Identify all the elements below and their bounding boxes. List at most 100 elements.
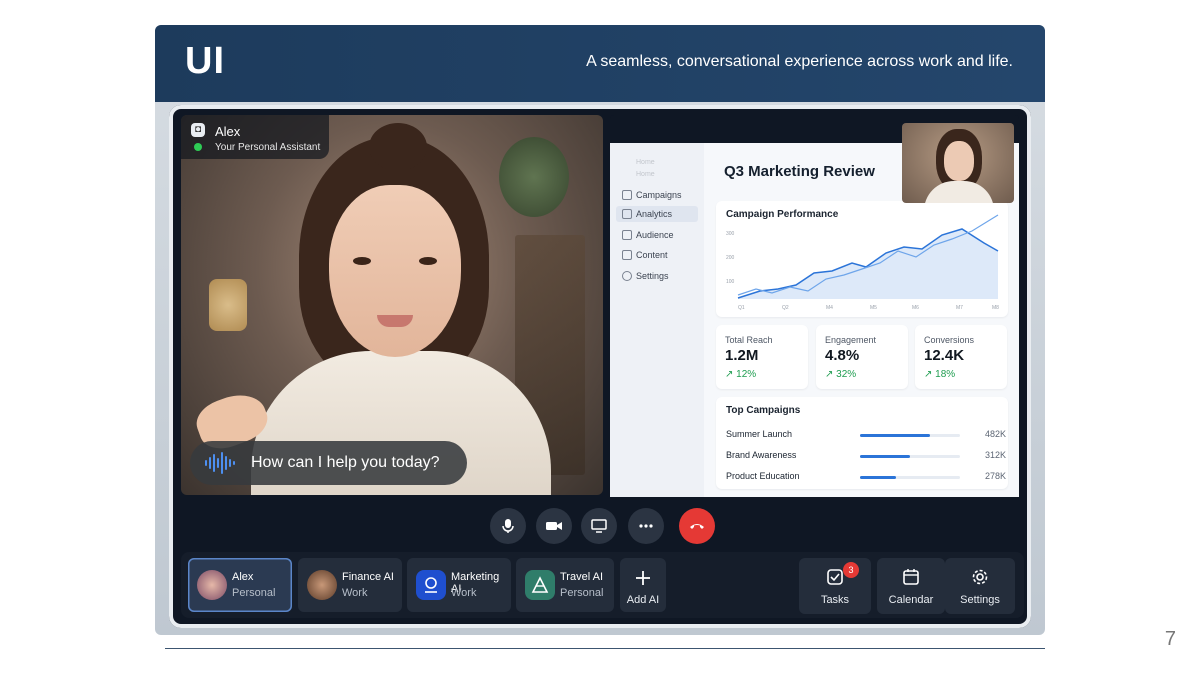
microphone-icon bbox=[502, 519, 514, 533]
assistant-context: Personal bbox=[560, 587, 604, 599]
caller-role: Your Personal Assistant bbox=[215, 142, 321, 153]
self-view-video[interactable] bbox=[902, 123, 1014, 203]
assistant-icon: ◘ bbox=[191, 123, 205, 137]
content-icon bbox=[622, 250, 632, 260]
sidebar-item-audience[interactable]: Audience bbox=[616, 227, 698, 243]
caller-info: ◘ Alex Your Personal Assistant bbox=[181, 115, 329, 159]
screen-share-button[interactable] bbox=[581, 508, 617, 544]
performance-line-chart: 300 200 100 Q1 Q2 M4 M5 M6 M7 M8 bbox=[726, 214, 999, 311]
settings-button[interactable]: Settings bbox=[945, 558, 1015, 614]
x-tick-label: Q1 bbox=[738, 305, 745, 311]
main-video-feed bbox=[181, 115, 603, 495]
campaign-value: 312K bbox=[984, 450, 1006, 460]
background-plant bbox=[499, 137, 569, 217]
kpi-card-total-reach: Total Reach 1.2M ↗ 12% bbox=[716, 325, 808, 389]
page-number: 7 bbox=[1164, 628, 1176, 650]
tasks-icon bbox=[827, 569, 843, 585]
campaign-bar-track bbox=[860, 455, 960, 458]
sidebar-item-settings[interactable]: Settings bbox=[616, 268, 698, 284]
pip-person-sweater bbox=[924, 181, 994, 203]
person-eye-left bbox=[353, 257, 371, 265]
analytics-icon bbox=[622, 209, 632, 219]
calendar-icon bbox=[903, 569, 919, 585]
person-eye-right bbox=[419, 257, 437, 265]
sidebar-item-campaigns[interactable]: Campaigns bbox=[616, 187, 698, 203]
more-icon bbox=[639, 524, 653, 528]
assistant-tab-alex[interactable]: Alex Personal bbox=[188, 558, 292, 612]
online-status-dot bbox=[194, 143, 202, 151]
kpi-label: Total Reach bbox=[725, 335, 773, 345]
end-call-button[interactable] bbox=[679, 508, 715, 544]
pip-person-face bbox=[944, 141, 974, 181]
campaign-bar bbox=[860, 434, 930, 437]
assistant-context: Work bbox=[451, 587, 477, 599]
campaign-bar-track bbox=[860, 476, 960, 479]
x-tick-label: M5 bbox=[870, 305, 877, 311]
end-call-icon bbox=[690, 524, 704, 529]
dashboard-title: Q3 Marketing Review bbox=[724, 163, 875, 180]
more-options-button[interactable] bbox=[628, 508, 664, 544]
x-tick-label: M8 bbox=[992, 305, 999, 311]
person-face bbox=[329, 185, 461, 357]
calendar-button[interactable]: Calendar bbox=[877, 558, 945, 614]
top-campaigns-card: Top Campaigns Summer Launch 482K Brand A… bbox=[716, 397, 1008, 489]
tasks-button[interactable]: 3 Tasks bbox=[799, 558, 871, 614]
speech-bubble: How can I help you today? bbox=[190, 441, 467, 485]
sidebar-item-analytics[interactable]: Analytics bbox=[616, 206, 698, 222]
kpi-label: Conversions bbox=[924, 335, 975, 345]
caller-name: Alex bbox=[215, 124, 241, 139]
campaign-name: Brand Awareness bbox=[726, 450, 797, 460]
assistant-tab-travel-ai[interactable]: Travel AI Personal bbox=[516, 558, 614, 612]
person-hair-bun bbox=[369, 123, 427, 171]
tasks-badge: 3 bbox=[843, 562, 859, 578]
assistant-name: Travel AI bbox=[560, 571, 603, 583]
campaigns-icon bbox=[622, 190, 632, 200]
kpi-card-engagement: Engagement 4.8% ↗ 32% bbox=[816, 325, 908, 389]
x-tick-label: Q2 bbox=[782, 305, 789, 311]
speech-text: How can I help you today? bbox=[251, 454, 440, 471]
y-tick-label: 300 bbox=[726, 231, 735, 237]
campaign-row: Summer Launch 482K bbox=[726, 429, 1006, 443]
x-tick-label: M6 bbox=[912, 305, 919, 311]
camera-button[interactable] bbox=[536, 508, 572, 544]
tasks-label: Tasks bbox=[820, 594, 850, 606]
avatar bbox=[307, 570, 337, 600]
sidebar-muted-item: Home bbox=[636, 159, 655, 166]
campaign-bar bbox=[860, 455, 910, 458]
assistant-tab-finance-ai[interactable]: Finance AI Work bbox=[298, 558, 402, 612]
add-ai-label: Add AI bbox=[626, 594, 660, 606]
settings-icon bbox=[622, 271, 632, 281]
sidebar-item-label: Audience bbox=[636, 230, 674, 240]
x-tick-label: M4 bbox=[826, 305, 833, 311]
assistant-context: Work bbox=[342, 587, 368, 599]
campaign-value: 482K bbox=[984, 429, 1006, 439]
campaign-name: Summer Launch bbox=[726, 429, 793, 439]
voice-wave-icon bbox=[205, 452, 235, 474]
assistant-name: Finance AI bbox=[342, 571, 394, 583]
screen-share-icon bbox=[591, 519, 607, 533]
assistant-name: Alex bbox=[232, 571, 254, 583]
banner-tagline: A seamless, conversational experience ac… bbox=[586, 53, 1013, 70]
sidebar-item-content[interactable]: Content bbox=[616, 247, 698, 263]
background-lamp bbox=[209, 279, 247, 331]
kpi-delta: ↗ 12% bbox=[725, 369, 757, 380]
campaign-value: 278K bbox=[984, 471, 1006, 481]
campaign-row: Product Education 278K bbox=[726, 471, 1006, 485]
x-tick-label: M7 bbox=[956, 305, 963, 311]
kpi-label: Engagement bbox=[825, 335, 877, 345]
marketing-ai-icon bbox=[416, 570, 446, 600]
campaign-performance-card: Campaign Performance 300 200 100 Q1 Q2 M… bbox=[716, 201, 1008, 317]
avatar bbox=[197, 570, 227, 600]
campaign-bar bbox=[860, 476, 896, 479]
microphone-button[interactable] bbox=[490, 508, 526, 544]
campaign-row: Brand Awareness 312K bbox=[726, 450, 1006, 464]
sidebar-item-label: Campaigns bbox=[636, 190, 682, 200]
dashboard-sidebar: Home Home Campaigns Analytics Audience C… bbox=[610, 143, 704, 497]
add-ai-button[interactable]: Add AI bbox=[620, 558, 666, 612]
kpi-value: 1.2M bbox=[725, 347, 759, 364]
travel-ai-icon bbox=[525, 570, 555, 600]
kpi-card-conversions: Conversions 12.4K ↗ 18% bbox=[915, 325, 1007, 389]
y-tick-label: 100 bbox=[726, 279, 735, 285]
assistant-tab-marketing-ai[interactable]: Marketing AI Work bbox=[407, 558, 511, 612]
kpi-value: 4.8% bbox=[825, 347, 860, 364]
